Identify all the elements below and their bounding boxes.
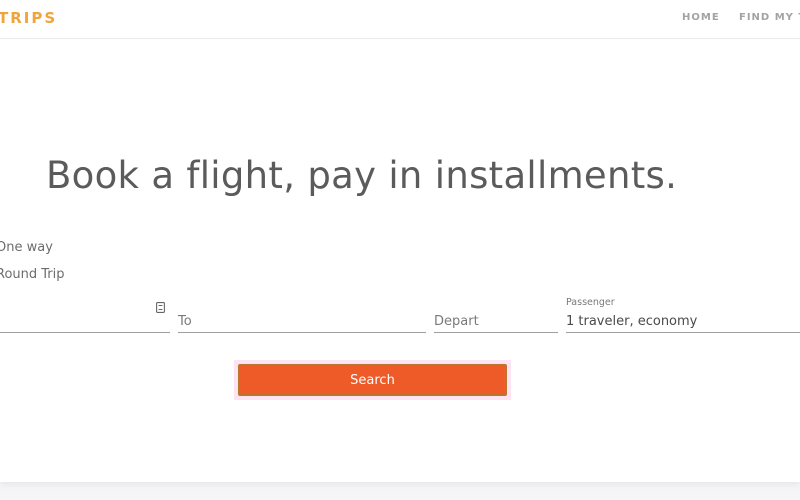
main-card: TRIPS HOME FIND MY TRIP Book a flight, p… <box>0 0 800 482</box>
depart-placeholder: Depart <box>434 314 479 329</box>
passenger-field[interactable]: Passenger 1 traveler, economy <box>566 297 800 333</box>
top-navbar: TRIPS HOME FIND MY TRIP <box>0 0 800 39</box>
to-field[interactable]: To <box>178 300 426 333</box>
nav-link-find-my-trip[interactable]: FIND MY TRIP <box>739 12 800 23</box>
trip-type-round-trip[interactable]: Round Trip <box>0 267 65 282</box>
page-headline: Book a flight, pay in installments. <box>46 154 678 197</box>
trip-type-one-way[interactable]: One way <box>0 240 53 255</box>
search-button-focus-ring: Search <box>234 360 511 400</box>
from-field[interactable] <box>0 300 170 333</box>
passenger-value: 1 traveler, economy <box>566 314 698 329</box>
to-placeholder: To <box>178 314 192 329</box>
passenger-label: Passenger <box>566 297 615 308</box>
page: TRIPS HOME FIND MY TRIP Book a flight, p… <box>0 0 800 500</box>
swap-icon[interactable] <box>156 302 165 313</box>
search-button[interactable]: Search <box>238 364 507 396</box>
depart-field[interactable]: Depart <box>434 300 558 333</box>
brand-logo[interactable]: TRIPS <box>0 9 57 27</box>
nav-link-home[interactable]: HOME <box>682 12 720 23</box>
